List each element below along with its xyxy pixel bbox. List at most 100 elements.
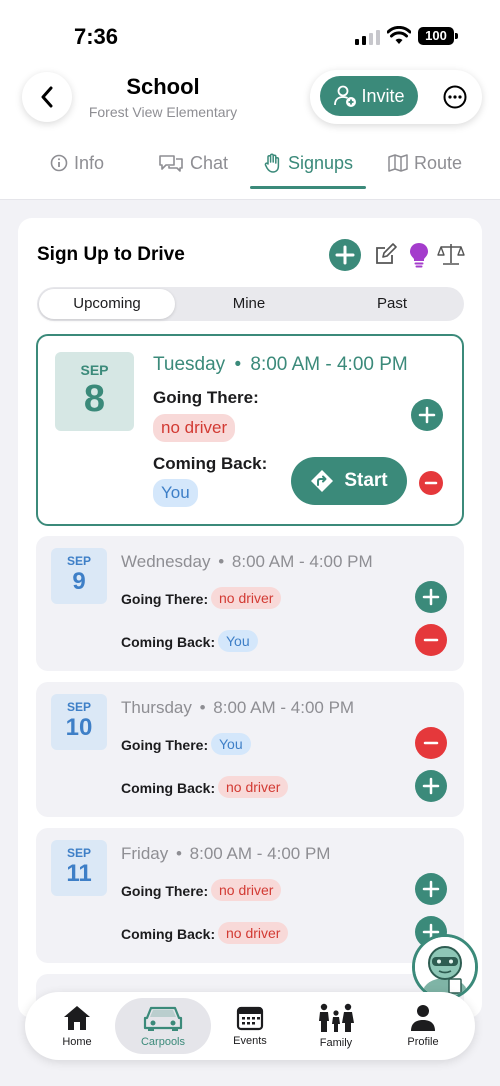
- tabbar-profile[interactable]: Profile: [391, 998, 455, 1054]
- remove-going-driver-button[interactable]: [415, 727, 447, 759]
- day-time-line: Wednesday • 8:00 AM - 4:00 PM: [121, 552, 373, 572]
- minus-icon: [424, 481, 438, 485]
- minus-icon: [423, 638, 439, 642]
- signup-card: Sign Up to Drive Upcoming Mine Past SEP …: [18, 218, 482, 1018]
- assistant-avatar-button[interactable]: [412, 934, 478, 1000]
- tab-info[interactable]: Info: [50, 148, 104, 178]
- signup-day[interactable]: SEP 9 Wednesday • 8:00 AM - 4:00 PM Goin…: [36, 536, 464, 671]
- lightbulb-icon[interactable]: [408, 242, 430, 268]
- going-there-label: Going There:: [121, 737, 209, 753]
- date-badge: SEP 10: [51, 694, 107, 750]
- invite-button[interactable]: Invite: [320, 76, 418, 116]
- minus-icon: [423, 741, 439, 745]
- back-button[interactable]: [22, 72, 72, 122]
- plus-icon: [422, 880, 440, 898]
- plus-icon: [418, 406, 436, 424]
- tab-chat[interactable]: Chat: [158, 148, 228, 178]
- signup-day-featured[interactable]: SEP 8 Tuesday • 8:00 AM - 4:00 PM Going …: [36, 334, 464, 526]
- tab-route-label: Route: [414, 152, 463, 173]
- segmented-control: Upcoming Mine Past: [37, 287, 464, 321]
- segment-mine[interactable]: Mine: [179, 289, 319, 319]
- date-badge: SEP 9: [51, 548, 107, 604]
- day-time-line: Friday • 8:00 AM - 4:00 PM: [121, 844, 330, 864]
- tabbar-carpools[interactable]: Carpools: [115, 998, 211, 1054]
- date-badge: SEP 11: [51, 840, 107, 896]
- family-icon: [319, 1003, 354, 1032]
- bottom-tab-bar: Home Carpools Events Family Profile: [25, 992, 475, 1060]
- add-going-driver-button[interactable]: [415, 873, 447, 905]
- date-month: SEP: [80, 362, 109, 378]
- start-label: Start: [344, 470, 388, 491]
- separator: •: [175, 844, 182, 863]
- robot-avatar-icon: [415, 937, 475, 997]
- going-there-value: no driver: [211, 587, 282, 609]
- tabbar-home[interactable]: Home: [45, 998, 109, 1054]
- plus-icon: [335, 245, 355, 265]
- coming-back-value: You: [153, 479, 198, 507]
- tabbar-profile-label: Profile: [407, 1036, 439, 1048]
- card-title: Sign Up to Drive: [37, 244, 185, 265]
- weekday: Tuesday: [153, 354, 226, 375]
- date-badge: SEP 8: [55, 352, 134, 431]
- day-time-line: Thursday • 8:00 AM - 4:00 PM: [121, 698, 354, 718]
- tabbar-events[interactable]: Events: [218, 998, 282, 1054]
- header: School Forest View Elementary Invite Inf…: [0, 66, 500, 200]
- coming-back-label: Coming Back:: [121, 926, 216, 942]
- day-time-line: Tuesday • 8:00 AM - 4:00 PM: [153, 354, 408, 376]
- chat-icon: [159, 155, 183, 172]
- tab-info-label: Info: [74, 152, 105, 173]
- separator: •: [234, 354, 242, 375]
- map-icon: [388, 154, 408, 172]
- segment-upcoming[interactable]: Upcoming: [39, 289, 175, 319]
- raised-hand-icon: [264, 153, 280, 173]
- calendar-icon: [236, 1006, 264, 1031]
- tab-signups[interactable]: Signups: [264, 148, 353, 178]
- plus-icon: [422, 777, 440, 795]
- date-number: 9: [72, 568, 86, 595]
- add-signup-button[interactable]: [329, 239, 361, 271]
- going-there-value: You: [211, 733, 251, 755]
- going-there-label: Going There:: [121, 591, 209, 607]
- remove-back-driver-button[interactable]: [419, 471, 443, 495]
- info-icon: [50, 154, 68, 172]
- tabbar-family-label: Family: [319, 1037, 353, 1049]
- time-range: 8:00 AM - 4:00 PM: [189, 844, 331, 863]
- tabbar-events-label: Events: [233, 1035, 267, 1047]
- time-range: 8:00 AM - 4:00 PM: [231, 552, 373, 571]
- coming-back-label: Coming Back:: [121, 634, 216, 650]
- tab-signups-label: Signups: [288, 152, 354, 173]
- page-title: School: [126, 74, 200, 99]
- tab-chat-label: Chat: [190, 152, 229, 173]
- balance-scale-icon[interactable]: [437, 242, 465, 266]
- add-person-icon: [334, 85, 357, 107]
- date-month: SEP: [66, 846, 91, 860]
- plus-icon: [422, 588, 440, 606]
- tab-route[interactable]: Route: [388, 148, 462, 178]
- signup-day[interactable]: SEP 10 Thursday • 8:00 AM - 4:00 PM Goin…: [36, 682, 464, 817]
- coming-back-value: You: [218, 630, 258, 652]
- add-going-driver-button[interactable]: [411, 399, 443, 431]
- more-options-icon[interactable]: [443, 85, 467, 109]
- edit-icon[interactable]: [374, 242, 398, 266]
- header-actions: Invite: [310, 70, 482, 124]
- start-drive-button[interactable]: Start: [291, 457, 407, 505]
- signup-day[interactable]: SEP 11 Friday • 8:00 AM - 4:00 PM Going …: [36, 828, 464, 963]
- coming-back-label: Coming Back:: [121, 780, 216, 796]
- cellular-signal-icon: [355, 30, 380, 45]
- going-there-value: no driver: [211, 879, 282, 901]
- weekday: Friday: [121, 844, 169, 863]
- remove-back-driver-button[interactable]: [415, 624, 447, 656]
- status-time: 7:36: [74, 24, 119, 49]
- add-going-driver-button[interactable]: [415, 581, 447, 613]
- tabbar-carpools-label: Carpools: [140, 1036, 186, 1048]
- segment-past[interactable]: Past: [322, 289, 462, 319]
- date-month: SEP: [66, 700, 91, 714]
- page-subtitle: Forest View Elementary: [88, 104, 238, 120]
- date-number: 8: [83, 378, 106, 420]
- active-tab-indicator: [250, 186, 366, 189]
- tab-bar-top: Info Chat Signups Route: [0, 148, 500, 200]
- home-icon: [64, 1006, 90, 1030]
- time-range: 8:00 AM - 4:00 PM: [250, 354, 408, 375]
- tabbar-family[interactable]: Family: [304, 998, 368, 1054]
- add-back-driver-button[interactable]: [415, 770, 447, 802]
